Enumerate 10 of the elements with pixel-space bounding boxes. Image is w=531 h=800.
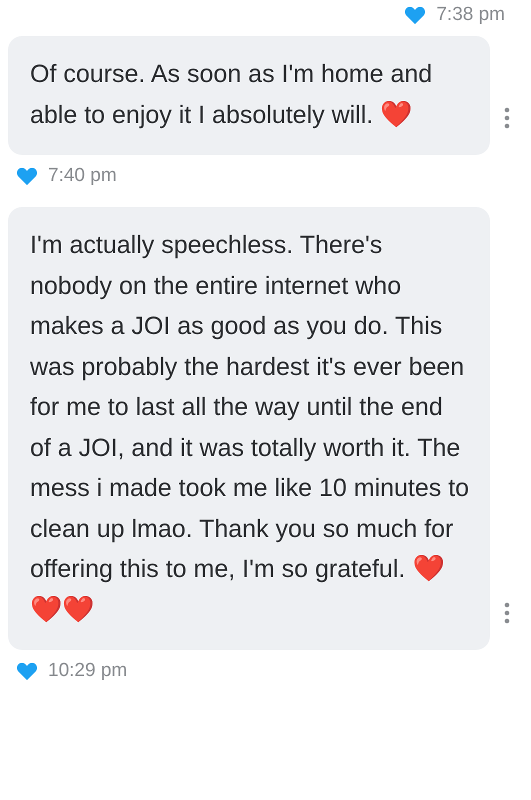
heart-icon[interactable]: [16, 661, 38, 681]
heart-icon[interactable]: [16, 166, 38, 186]
more-options-icon[interactable]: [504, 602, 510, 624]
more-options-icon[interactable]: [504, 107, 510, 129]
message-text: Of course. As soon as I'm home and able to enjoy it I absolutely will. ❤: [30, 59, 434, 132]
heart-icon[interactable]: [404, 5, 426, 25]
message-time: 10:29 pm: [48, 660, 128, 682]
message-time: 7:40 pm: [48, 165, 117, 187]
message-time: 7:38 pm: [436, 4, 505, 26]
message-text: I'm actually speechless. There's nobody on the entire internet who makes a JOI as good as you do. This was probably the hardest it's ever been for me to last all the way until the end of a JOI, and it was totally worth it. The mess i made took me like 10 minutes to clean up lmao. Thank you so much for offering this to me, I'm so grateful. ❤❤❤: [30, 230, 470, 626]
